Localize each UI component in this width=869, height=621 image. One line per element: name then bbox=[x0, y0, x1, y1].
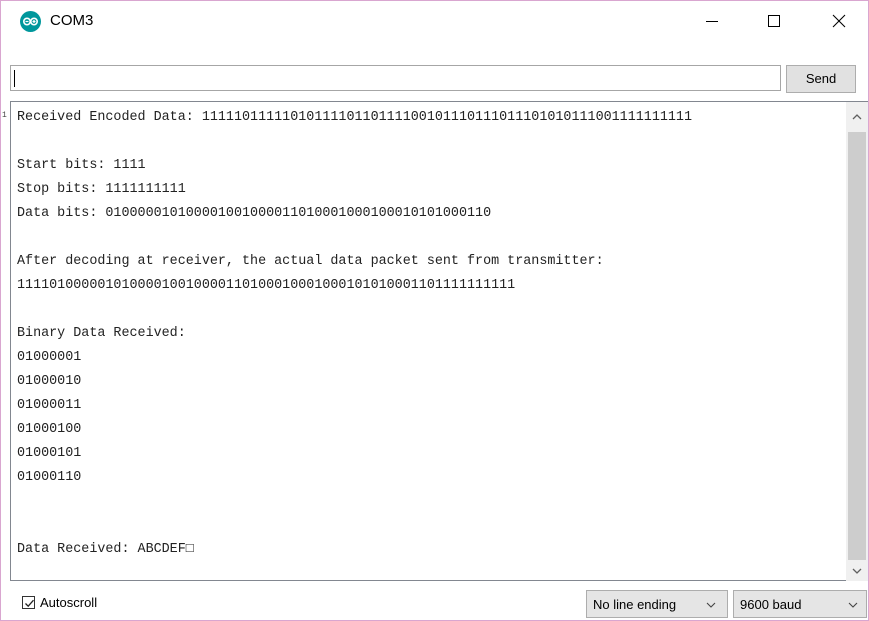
output-line: 01000010 bbox=[17, 374, 82, 389]
serial-monitor-window: COM3 Send 1 Received Encoded Data: 11111… bbox=[0, 0, 869, 621]
line-ending-select[interactable]: No line ending bbox=[586, 590, 728, 618]
chevron-down-icon bbox=[852, 568, 862, 574]
text-caret bbox=[14, 70, 15, 87]
title-bar[interactable]: COM3 bbox=[1, 1, 868, 41]
output-line: After decoding at receiver, the actual d… bbox=[17, 254, 604, 269]
output-line: 01000100 bbox=[17, 422, 82, 437]
line-ending-value: No line ending bbox=[593, 597, 677, 612]
output-line: Data bits: 01000001010000100100001101000… bbox=[17, 206, 492, 221]
arduino-icon bbox=[20, 11, 41, 32]
minimize-icon bbox=[706, 21, 718, 22]
output-line: Received Encoded Data: 11111011111010111… bbox=[17, 110, 692, 125]
baud-rate-select[interactable]: 9600 baud bbox=[733, 590, 867, 618]
chevron-down-icon bbox=[848, 602, 858, 608]
output-line: 01000110 bbox=[17, 470, 82, 485]
output-line: 01000101 bbox=[17, 446, 82, 461]
output-line: 01000011 bbox=[17, 398, 82, 413]
close-icon bbox=[832, 14, 846, 28]
checkmark-icon bbox=[25, 599, 34, 608]
output-line: Binary Data Received: bbox=[17, 326, 186, 341]
baud-rate-value: 9600 baud bbox=[740, 597, 802, 612]
minimize-button[interactable] bbox=[689, 5, 735, 37]
vertical-scrollbar[interactable] bbox=[846, 101, 868, 581]
chevron-down-icon bbox=[706, 602, 716, 608]
scroll-down-button[interactable] bbox=[846, 560, 868, 582]
scroll-up-button[interactable] bbox=[846, 102, 868, 132]
output-line: Stop bits: 1111111111 bbox=[17, 182, 186, 197]
serial-output[interactable]: Received Encoded Data: 11111011111010111… bbox=[10, 101, 846, 581]
close-button[interactable] bbox=[816, 5, 862, 37]
status-bar: Autoscroll No line ending 9600 baud bbox=[1, 586, 868, 620]
scrollbar-thumb[interactable] bbox=[848, 132, 866, 560]
send-input[interactable] bbox=[10, 65, 781, 91]
chevron-up-icon bbox=[852, 114, 862, 120]
maximize-button[interactable] bbox=[751, 5, 797, 37]
autoscroll-checkbox[interactable] bbox=[22, 596, 35, 609]
window-title: COM3 bbox=[50, 12, 94, 29]
output-line: Data Received: ABCDEF□ bbox=[17, 542, 194, 557]
output-line: 1111010000010100001001000011010001000100… bbox=[17, 278, 516, 293]
send-button[interactable]: Send bbox=[786, 65, 856, 93]
maximize-icon bbox=[768, 15, 780, 27]
gutter-mark: 1 bbox=[2, 111, 7, 120]
autoscroll-label[interactable]: Autoscroll bbox=[40, 595, 97, 610]
output-line: 01000001 bbox=[17, 350, 82, 365]
output-line: Start bits: 1111 bbox=[17, 158, 146, 173]
